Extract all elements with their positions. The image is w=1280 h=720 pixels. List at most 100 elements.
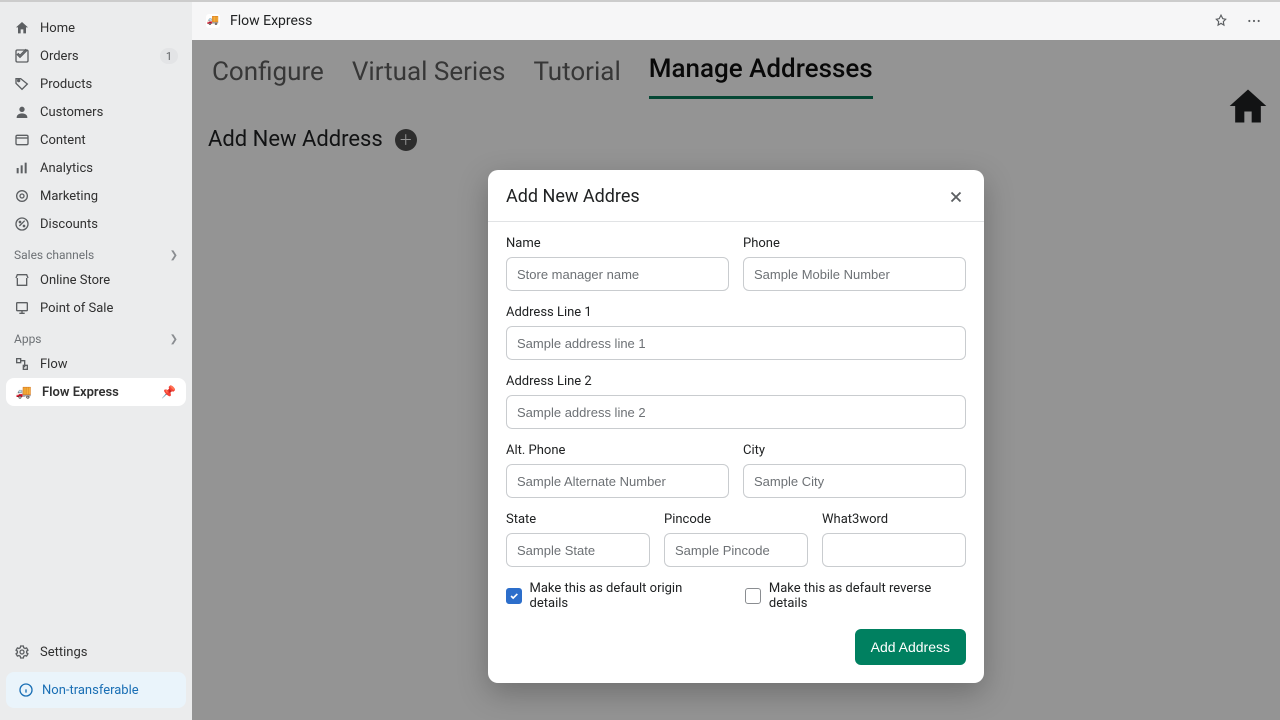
topbar: 🚚 Flow Express xyxy=(192,2,1280,40)
checkbox-row: Make this as default origin details Make… xyxy=(506,581,966,611)
section-label: Sales channels xyxy=(14,248,94,262)
store-icon xyxy=(14,272,30,288)
add-address-button[interactable]: Add Address xyxy=(855,629,966,665)
nav-home[interactable]: Home xyxy=(0,14,192,42)
input-addr2[interactable] xyxy=(506,395,966,429)
field-addr1: Address Line 1 xyxy=(506,305,966,360)
app-title: Flow Express xyxy=(230,13,312,29)
sidebar: Home Orders 1 Products Customers Content… xyxy=(0,2,192,720)
nav-flow[interactable]: Flow xyxy=(0,350,192,378)
nav-label: Home xyxy=(40,21,178,36)
label-state: State xyxy=(506,512,650,527)
truck-icon: 🚚 xyxy=(16,384,32,400)
analytics-icon xyxy=(14,160,30,176)
non-transferable-label: Non-transferable xyxy=(42,683,139,698)
nav-customers[interactable]: Customers xyxy=(0,98,192,126)
pos-icon xyxy=(14,300,30,316)
modal-title: Add New Addres xyxy=(506,186,640,207)
apps-header[interactable]: Apps ❯ xyxy=(0,322,192,350)
orders-icon xyxy=(14,48,30,64)
input-pincode[interactable] xyxy=(664,533,808,567)
input-addr1[interactable] xyxy=(506,326,966,360)
info-icon xyxy=(18,682,34,698)
label-name: Name xyxy=(506,236,729,251)
nav-label: Customers xyxy=(40,105,178,120)
checkbox-icon xyxy=(506,588,522,604)
nav-label: Online Store xyxy=(40,273,178,288)
sales-channels-header[interactable]: Sales channels ❯ xyxy=(0,238,192,266)
nav-settings[interactable]: Settings xyxy=(0,638,192,666)
label-city: City xyxy=(743,443,966,458)
close-icon[interactable] xyxy=(946,187,966,207)
field-altphone: Alt. Phone xyxy=(506,443,729,498)
app-badge-icon: 🚚 xyxy=(206,14,220,28)
gear-icon xyxy=(14,644,30,660)
label-pincode: Pincode xyxy=(664,512,808,527)
orders-badge: 1 xyxy=(160,48,178,64)
non-transferable-banner[interactable]: Non-transferable xyxy=(6,672,186,708)
field-city: City xyxy=(743,443,966,498)
tag-icon xyxy=(14,76,30,92)
nav-label: Orders xyxy=(40,49,150,64)
nav-label: Flow Express xyxy=(42,385,151,400)
nav-sales: Online Store Point of Sale xyxy=(0,266,192,322)
home-icon xyxy=(14,20,30,36)
checkbox-default-origin[interactable]: Make this as default origin details xyxy=(506,581,717,611)
checkbox-icon xyxy=(745,588,761,604)
nav-primary: Home Orders 1 Products Customers Content… xyxy=(0,14,192,238)
input-what3word[interactable] xyxy=(822,533,966,567)
nav-label: Analytics xyxy=(40,161,178,176)
checkbox-label: Make this as default reverse details xyxy=(769,581,966,611)
nav-apps: Flow 🚚 Flow Express 📌 xyxy=(0,350,192,406)
chevron-right-icon: ❯ xyxy=(170,334,178,345)
nav-products[interactable]: Products xyxy=(0,70,192,98)
target-icon xyxy=(14,188,30,204)
input-state[interactable] xyxy=(506,533,650,567)
nav-orders[interactable]: Orders 1 xyxy=(0,42,192,70)
field-pincode: Pincode xyxy=(664,512,808,567)
pin-icon[interactable] xyxy=(1210,10,1232,32)
person-icon xyxy=(14,104,30,120)
nav-label: Discounts xyxy=(40,217,178,232)
main: 🚚 Flow Express Configure Virtual Series … xyxy=(192,2,1280,720)
nav-analytics[interactable]: Analytics xyxy=(0,154,192,182)
nav-discounts[interactable]: Discounts xyxy=(0,210,192,238)
checkbox-label: Make this as default origin details xyxy=(530,581,718,611)
add-address-modal: Add New Addres Name Phone Addre xyxy=(488,170,984,683)
input-phone[interactable] xyxy=(743,257,966,291)
nav-label: Settings xyxy=(40,645,178,660)
field-name: Name xyxy=(506,236,729,291)
section-label: Apps xyxy=(14,332,42,346)
more-icon[interactable] xyxy=(1242,9,1266,33)
field-addr2: Address Line 2 xyxy=(506,374,966,429)
nav-online-store[interactable]: Online Store xyxy=(0,266,192,294)
label-phone: Phone xyxy=(743,236,966,251)
modal-header: Add New Addres xyxy=(488,170,984,222)
nav-label: Content xyxy=(40,133,178,148)
label-addr1: Address Line 1 xyxy=(506,305,966,320)
discount-icon xyxy=(14,216,30,232)
label-addr2: Address Line 2 xyxy=(506,374,966,389)
nav-label: Products xyxy=(40,77,178,92)
pin-icon[interactable]: 📌 xyxy=(161,385,176,399)
label-altphone: Alt. Phone xyxy=(506,443,729,458)
nav-pos[interactable]: Point of Sale xyxy=(0,294,192,322)
nav-content[interactable]: Content xyxy=(0,126,192,154)
field-what3word: What3word xyxy=(822,512,966,567)
nav-marketing[interactable]: Marketing xyxy=(0,182,192,210)
input-city[interactable] xyxy=(743,464,966,498)
nav-label: Flow xyxy=(40,357,178,372)
nav-flow-express[interactable]: 🚚 Flow Express 📌 xyxy=(6,378,186,406)
content-icon xyxy=(14,132,30,148)
field-phone: Phone xyxy=(743,236,966,291)
label-what3word: What3word xyxy=(822,512,966,527)
flow-icon xyxy=(14,356,30,372)
input-name[interactable] xyxy=(506,257,729,291)
modal-footer: Add Address xyxy=(506,629,966,665)
nav-label: Point of Sale xyxy=(40,301,178,316)
modal-body: Name Phone Address Line 1 xyxy=(488,222,984,683)
checkbox-default-reverse[interactable]: Make this as default reverse details xyxy=(745,581,966,611)
input-altphone[interactable] xyxy=(506,464,729,498)
chevron-right-icon: ❯ xyxy=(170,250,178,261)
nav-label: Marketing xyxy=(40,189,178,204)
